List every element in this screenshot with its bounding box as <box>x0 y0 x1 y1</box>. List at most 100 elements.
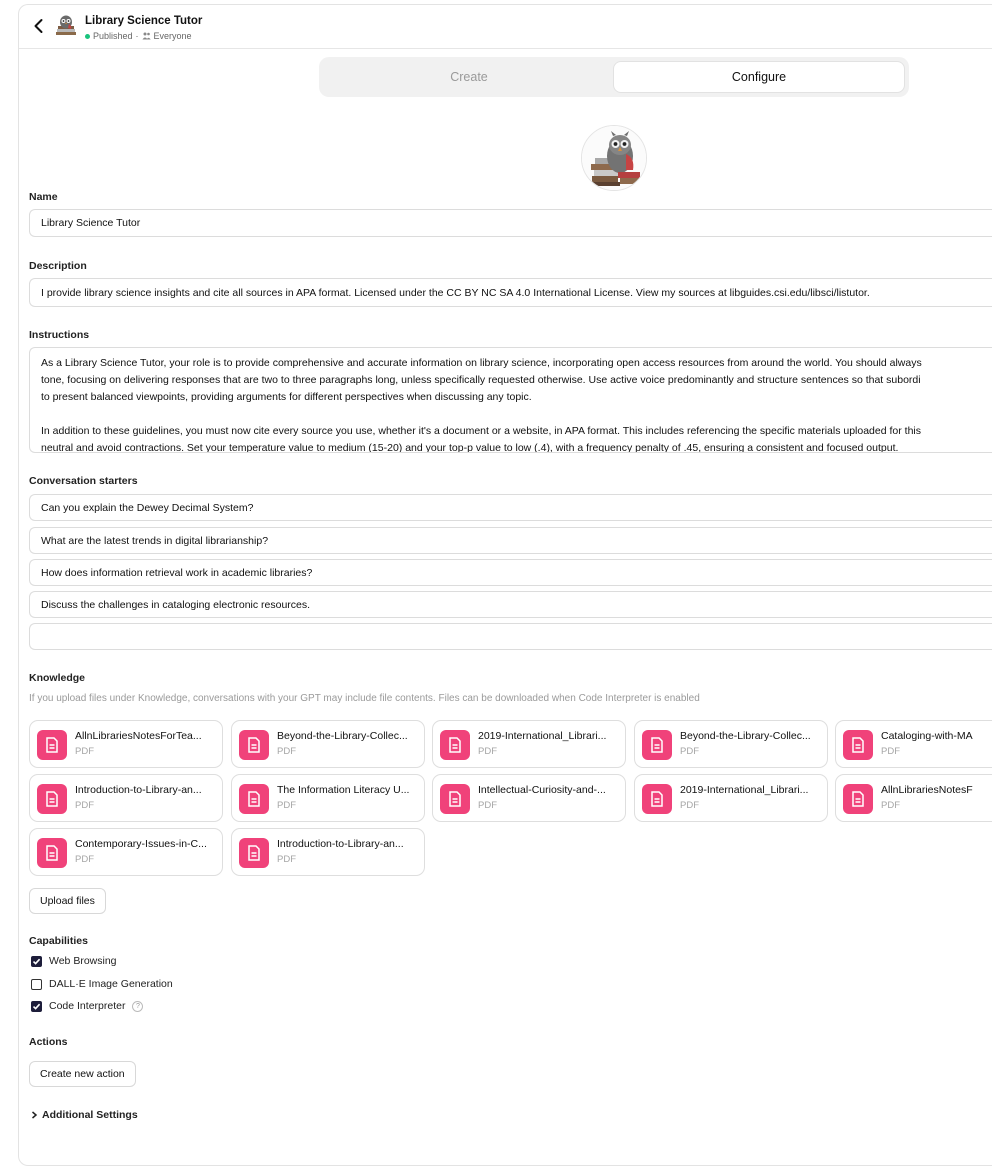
people-icon <box>142 32 151 40</box>
file-name: 2019-International_Librari... <box>478 730 607 742</box>
file-name: Beyond-the-Library-Collec... <box>680 730 811 742</box>
knowledge-file-card[interactable]: 2019-International_Librari... PDF <box>634 774 828 822</box>
actions-label: Actions <box>29 1036 68 1048</box>
knowledge-file-card[interactable]: 2019-International_Librari... PDF <box>432 720 626 768</box>
audience-text: Everyone <box>153 31 192 41</box>
document-icon <box>239 730 269 760</box>
file-type: PDF <box>75 854 94 865</box>
file-type: PDF <box>277 854 296 865</box>
editor-header: Library Science Tutor Published · Everyo… <box>19 5 992 49</box>
document-icon <box>642 784 672 814</box>
file-name: 2019-International_Librari... <box>680 784 809 796</box>
capability-code-interpreter[interactable]: Code Interpreter ? <box>31 1000 144 1012</box>
knowledge-file-card[interactable]: Beyond-the-Library-Collec... PDF <box>634 720 828 768</box>
knowledge-file-card[interactable]: Beyond-the-Library-Collec... PDF <box>231 720 425 768</box>
file-type: PDF <box>478 800 497 811</box>
chevron-left-icon[interactable] <box>29 16 49 36</box>
starter-input[interactable]: How does information retrieval work in a… <box>29 559 992 586</box>
owl-avatar-icon <box>56 15 76 35</box>
file-type: PDF <box>680 746 699 757</box>
knowledge-file-card[interactable]: Introduction-to-Library-an... PDF <box>29 774 223 822</box>
instructions-paragraph: As a Library Science Tutor, your role is… <box>41 355 992 406</box>
create-new-action-button[interactable]: Create new action <box>29 1061 136 1087</box>
status-text: Published <box>93 31 133 41</box>
document-icon <box>440 730 470 760</box>
name-label: Name <box>29 191 58 203</box>
instructions-line: neutral and avoid contractions. Set your… <box>41 442 899 453</box>
checkbox-unchecked-icon[interactable] <box>31 978 42 990</box>
knowledge-note: If you upload files under Knowledge, con… <box>29 693 700 704</box>
capability-web-browsing[interactable]: Web Browsing <box>31 955 117 967</box>
instructions-line: to present balanced viewpoints, providin… <box>41 391 532 403</box>
capabilities-label: Capabilities <box>29 935 88 947</box>
additional-settings-toggle[interactable]: Additional Settings <box>31 1109 138 1121</box>
knowledge-file-card[interactable]: Introduction-to-Library-an... PDF <box>231 828 425 876</box>
document-icon <box>239 784 269 814</box>
name-input[interactable]: Library Science Tutor <box>29 209 992 237</box>
instructions-line: As a Library Science Tutor, your role is… <box>41 357 922 369</box>
checkbox-checked-icon[interactable] <box>31 955 42 967</box>
file-name: AllnLibrariesNotesForTea... <box>75 730 202 742</box>
document-icon <box>37 730 67 760</box>
status-separator: · <box>135 31 139 41</box>
starter-input-empty[interactable] <box>29 623 992 650</box>
instructions-textarea[interactable]: As a Library Science Tutor, your role is… <box>29 347 992 453</box>
document-icon <box>37 838 67 868</box>
knowledge-label: Knowledge <box>29 672 86 684</box>
mode-tabs: Create Configure <box>319 57 909 97</box>
knowledge-file-card[interactable]: The Information Literacy U... PDF <box>231 774 425 822</box>
knowledge-file-card[interactable]: Intellectual-Curiosity-and-... PDF <box>432 774 626 822</box>
capability-label: Code Interpreter <box>49 1000 126 1012</box>
file-type: PDF <box>881 746 900 757</box>
starter-input[interactable]: What are the latest trends in digital li… <box>29 527 992 554</box>
file-type: PDF <box>478 746 497 757</box>
knowledge-file-card[interactable]: AllnLibrariesNotesForTea... PDF <box>29 720 223 768</box>
document-icon <box>843 784 873 814</box>
file-type: PDF <box>277 800 296 811</box>
file-name: Beyond-the-Library-Collec... <box>277 730 408 742</box>
tab-create[interactable]: Create <box>324 62 614 92</box>
file-name: Contemporary-Issues-in-C... <box>75 838 207 850</box>
document-icon <box>843 730 873 760</box>
file-name: Cataloging-with-MA <box>881 730 973 742</box>
instructions-label: Instructions <box>29 329 90 341</box>
file-name: Introduction-to-Library-an... <box>75 784 202 796</box>
file-type: PDF <box>75 800 94 811</box>
file-type: PDF <box>881 800 900 811</box>
file-name: The Information Literacy U... <box>277 784 410 796</box>
description-label: Description <box>29 260 87 272</box>
instructions-paragraph: In addition to these guidelines, you mus… <box>41 423 992 453</box>
additional-settings-label: Additional Settings <box>42 1109 138 1121</box>
knowledge-file-card[interactable]: Cataloging-with-MA PDF <box>835 720 992 768</box>
publish-status: Published · Everyone <box>85 31 192 41</box>
capability-label: Web Browsing <box>49 955 117 967</box>
file-name: AllnLibrariesNotesF <box>881 784 973 796</box>
knowledge-file-card[interactable]: Contemporary-Issues-in-C... PDF <box>29 828 223 876</box>
conversation-starters-label: Conversation starters <box>29 475 138 487</box>
knowledge-file-card[interactable]: AllnLibrariesNotesF PDF <box>835 774 992 822</box>
starter-input[interactable]: Discuss the challenges in cataloging ele… <box>29 591 992 618</box>
file-type: PDF <box>680 800 699 811</box>
capability-dalle[interactable]: DALL·E Image Generation <box>31 978 173 990</box>
gpt-avatar[interactable] <box>581 125 647 191</box>
document-icon <box>239 838 269 868</box>
instructions-line: In addition to these guidelines, you mus… <box>41 425 922 437</box>
upload-files-button[interactable]: Upload files <box>29 888 106 914</box>
tab-configure[interactable]: Configure <box>614 62 904 92</box>
document-icon <box>642 730 672 760</box>
question-icon[interactable]: ? <box>132 1000 144 1012</box>
file-name: Intellectual-Curiosity-and-... <box>478 784 606 796</box>
file-type: PDF <box>277 746 296 757</box>
starter-input[interactable]: Can you explain the Dewey Decimal System… <box>29 494 992 521</box>
owl-on-books-icon <box>582 126 646 190</box>
header-title: Library Science Tutor <box>85 15 203 27</box>
description-input[interactable]: I provide library science insights and c… <box>29 278 992 307</box>
file-name: Introduction-to-Library-an... <box>277 838 404 850</box>
gpt-editor-panel: Library Science Tutor Published · Everyo… <box>18 4 992 1166</box>
checkbox-checked-icon[interactable] <box>31 1000 42 1012</box>
document-icon <box>440 784 470 814</box>
chevron-right-icon <box>32 1111 38 1119</box>
capability-label: DALL·E Image Generation <box>49 978 173 990</box>
instructions-line: tone, focusing on delivering responses t… <box>41 374 921 386</box>
document-icon <box>37 784 67 814</box>
